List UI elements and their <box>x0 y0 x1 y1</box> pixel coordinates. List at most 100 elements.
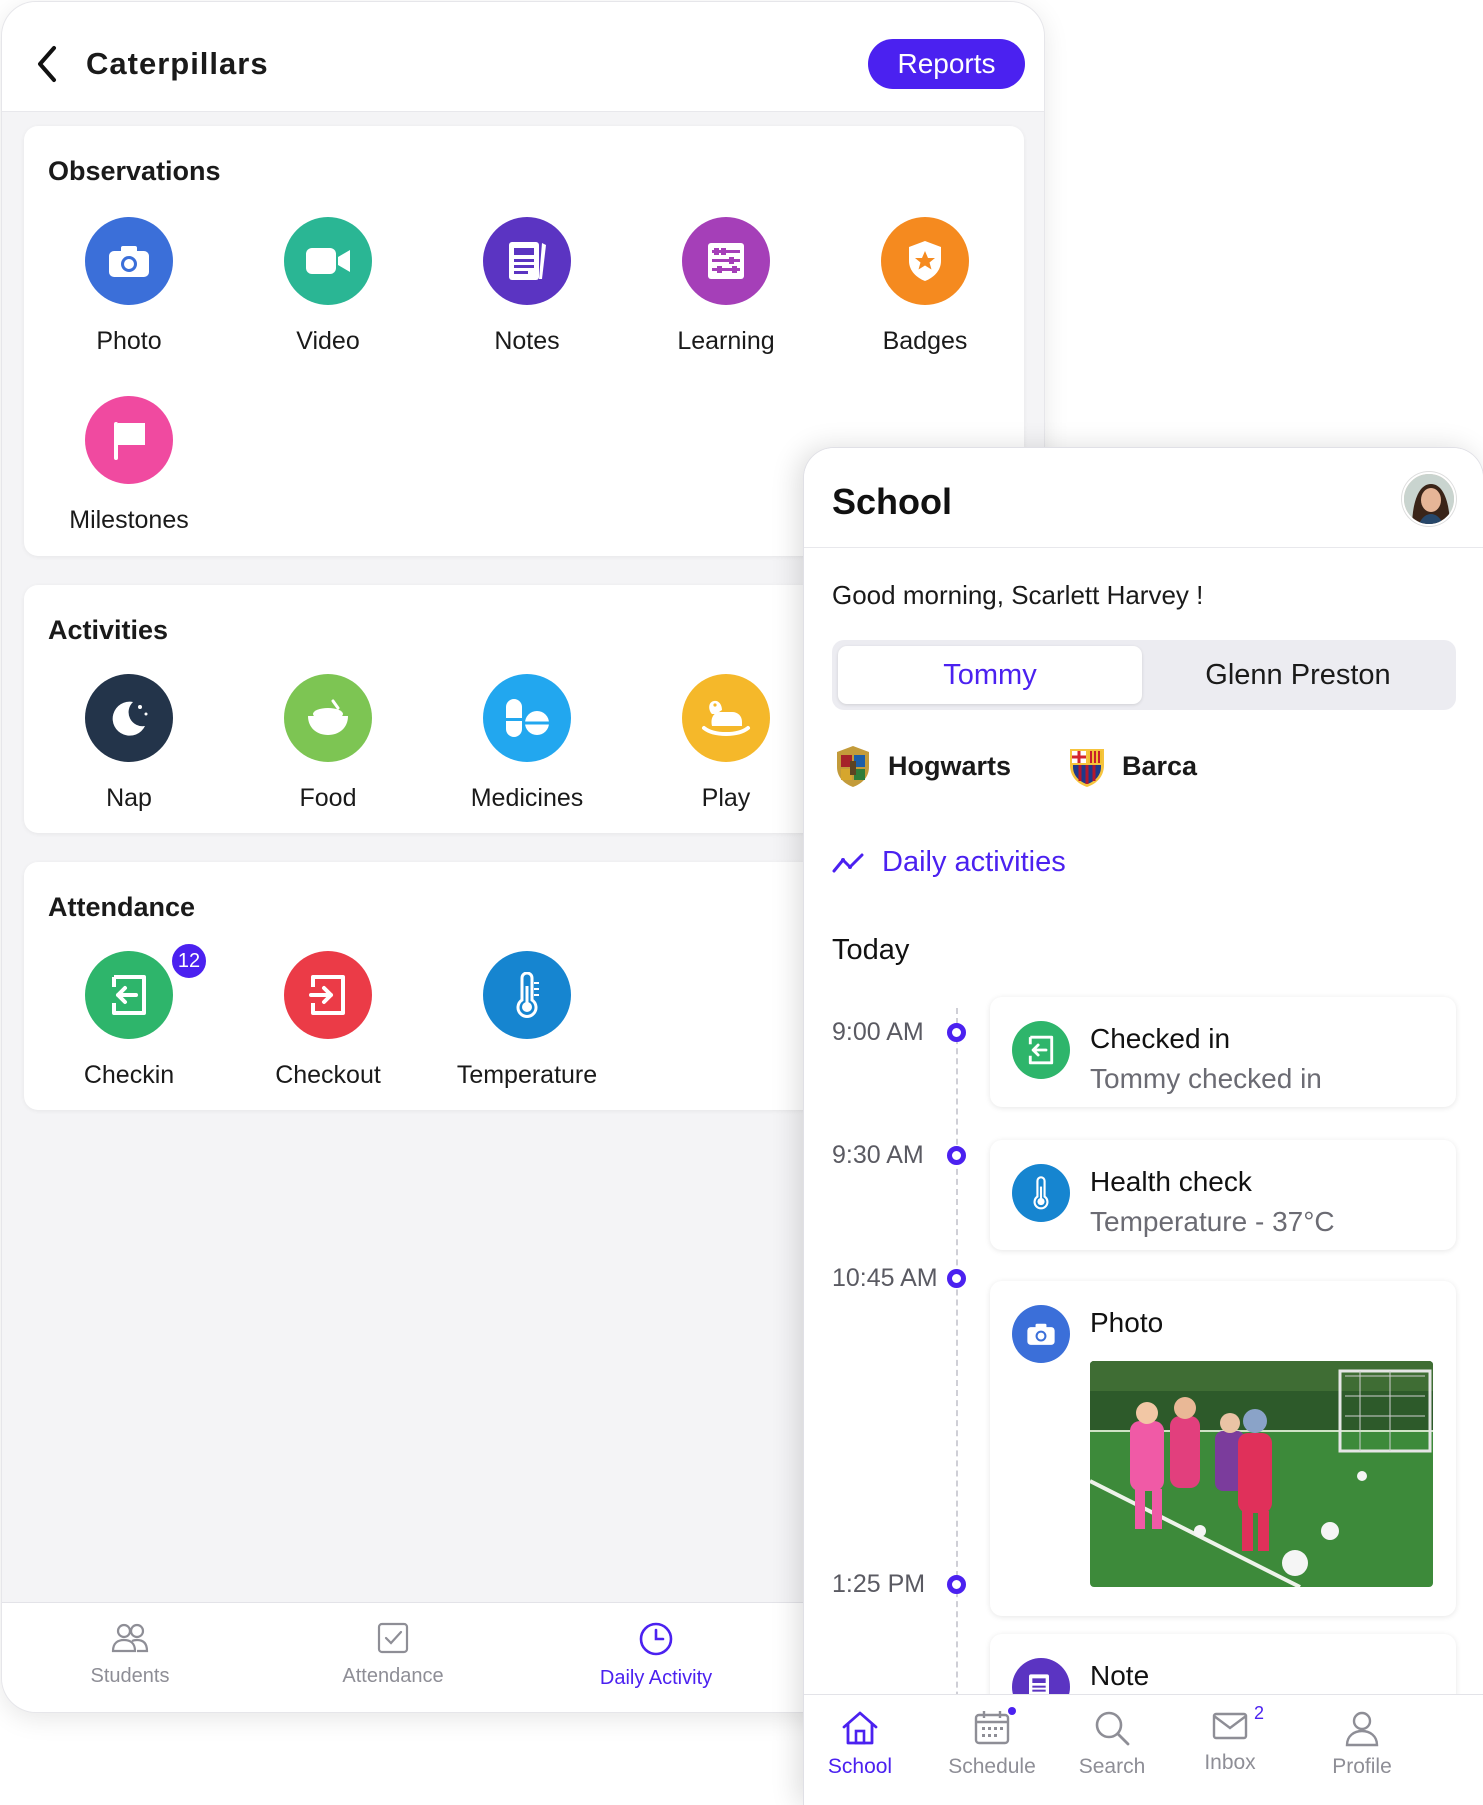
school-hogwarts[interactable]: Hogwarts <box>832 738 1011 794</box>
activity-nap[interactable]: Nap <box>44 674 214 834</box>
observation-label: Notes <box>494 327 560 355</box>
abacus-icon <box>682 217 770 305</box>
child-switcher: Tommy Glenn Preston <box>832 640 1456 710</box>
event-title: Note <box>1090 1660 1150 1691</box>
daily-activities-label: Daily activities <box>882 846 1066 878</box>
attendance-title: Attendance <box>48 892 196 922</box>
observation-milestones[interactable]: Milestones <box>44 396 214 556</box>
observation-label: Learning <box>677 327 775 355</box>
event-time: 10:45 AM <box>832 1264 938 1292</box>
activity-label: Medicines <box>470 784 584 812</box>
event-subtitle: Temperature - 37°C <box>1090 1206 1335 1237</box>
tab-schedule[interactable]: Schedule <box>932 1707 1052 1799</box>
tab-label: School <box>827 1755 893 1778</box>
observations-title: Observations <box>48 156 221 186</box>
schedule-dot-indicator <box>1008 1707 1016 1715</box>
observation-label: Video <box>296 327 360 355</box>
timeline-event-photo[interactable]: Photo <box>990 1281 1456 1616</box>
observation-label: Photo <box>96 327 162 355</box>
class-title: Caterpillars <box>86 46 269 81</box>
checkin-count-badge: 12 <box>170 942 208 980</box>
clock-icon <box>639 1622 673 1656</box>
timeline-line <box>956 1008 958 1768</box>
profile-icon <box>1345 1711 1379 1747</box>
notes-icon <box>483 217 571 305</box>
reports-button[interactable]: Reports <box>868 39 1025 89</box>
checkin-icon <box>1012 1021 1070 1079</box>
tab-label: Inbox <box>1204 1751 1256 1774</box>
school-name: Hogwarts <box>888 750 1012 781</box>
moon-icon <box>85 674 173 762</box>
observation-label: Milestones <box>69 506 189 534</box>
attendance-temperature[interactable]: Temperature <box>442 951 612 1111</box>
observation-notes[interactable]: Notes <box>442 217 612 377</box>
timeline-event-checked-in[interactable]: Checked in Tommy checked in <box>990 997 1456 1107</box>
tab-school[interactable]: School <box>804 1709 916 1799</box>
event-title: Checked in <box>1090 1023 1231 1054</box>
activity-medicines[interactable]: Medicines <box>442 674 612 834</box>
attendance-icon <box>377 1622 409 1654</box>
observation-badges[interactable]: Badges <box>840 217 1010 377</box>
page-title: School <box>832 481 953 522</box>
event-time: 1:25 PM <box>832 1570 926 1598</box>
parent-tab-bar: School Schedule Search 2 Inbox Profile <box>804 1694 1483 1805</box>
today-heading: Today <box>832 934 910 966</box>
tab-students[interactable]: Students <box>45 1621 215 1701</box>
search-icon <box>1095 1711 1130 1746</box>
video-icon <box>284 217 372 305</box>
activity-play[interactable]: Play <box>641 674 811 834</box>
home-icon <box>842 1711 878 1745</box>
teacher-header: Caterpillars Reports <box>2 2 1044 112</box>
inbox-count-badge: 2 <box>1254 1703 1265 1723</box>
tab-label: Profile <box>1332 1755 1392 1778</box>
mail-icon <box>1212 1712 1248 1740</box>
activity-label: Food <box>299 784 357 812</box>
thermometer-icon <box>1012 1164 1070 1222</box>
tab-attendance[interactable]: Attendance <box>308 1621 478 1701</box>
timeline-event-health-check[interactable]: Health check Temperature - 37°C <box>990 1140 1456 1250</box>
back-chevron-icon[interactable] <box>32 42 62 86</box>
tab-profile[interactable]: Profile <box>1306 1709 1418 1799</box>
parent-screen: School Good morning, Scarlett Harvey ! T… <box>804 448 1483 1805</box>
daily-activities-link[interactable]: Daily activities <box>832 846 1066 879</box>
observation-learning[interactable]: Learning <box>641 217 811 377</box>
avatar[interactable] <box>1402 472 1456 526</box>
tab-label: Daily Activity <box>599 1667 713 1689</box>
event-time: 9:00 AM <box>832 1018 924 1046</box>
timeline-dot <box>947 1023 966 1042</box>
tab-label: Schedule <box>948 1755 1036 1778</box>
attendance-label: Checkout <box>275 1061 381 1089</box>
school-barca[interactable]: Barca <box>1066 738 1197 794</box>
observation-label: Badges <box>882 327 968 355</box>
parent-header: School <box>804 448 1483 548</box>
event-time: 9:30 AM <box>832 1141 924 1169</box>
observation-video[interactable]: Video <box>243 217 413 377</box>
attendance-label: Temperature <box>456 1061 598 1089</box>
child-tab-glenn-preston[interactable]: Glenn Preston <box>1146 646 1450 704</box>
pills-icon <box>483 674 571 762</box>
barca-crest-icon <box>1070 749 1104 787</box>
school-name: Barca <box>1122 750 1198 781</box>
activity-photo[interactable] <box>1090 1361 1433 1587</box>
event-subtitle: Tommy checked in <box>1090 1063 1322 1094</box>
tab-label: Attendance <box>342 1665 444 1687</box>
timeline-dot <box>947 1146 966 1165</box>
timeline-dot <box>947 1269 966 1288</box>
timeline-dot <box>947 1575 966 1594</box>
students-icon <box>111 1623 149 1653</box>
flag-icon <box>85 396 173 484</box>
attendance-label: Checkin <box>83 1061 175 1089</box>
tab-daily-activity[interactable]: Daily Activity <box>571 1621 741 1701</box>
tab-inbox[interactable]: 2 Inbox <box>1172 1703 1288 1799</box>
observation-photo[interactable]: Photo <box>44 217 214 377</box>
greeting-text: Good morning, Scarlett Harvey ! <box>832 580 1204 610</box>
tab-search[interactable]: Search <box>1052 1709 1172 1799</box>
attendance-checkin[interactable]: 12 Checkin <box>44 942 214 1111</box>
checkin-icon <box>85 951 173 1039</box>
activity-label: Nap <box>106 784 152 812</box>
tab-label: Students <box>90 1665 170 1687</box>
activity-food[interactable]: Food <box>243 674 413 834</box>
attendance-checkout[interactable]: Checkout <box>243 951 413 1111</box>
child-tab-tommy[interactable]: Tommy <box>838 646 1142 704</box>
rocking-horse-icon <box>682 674 770 762</box>
